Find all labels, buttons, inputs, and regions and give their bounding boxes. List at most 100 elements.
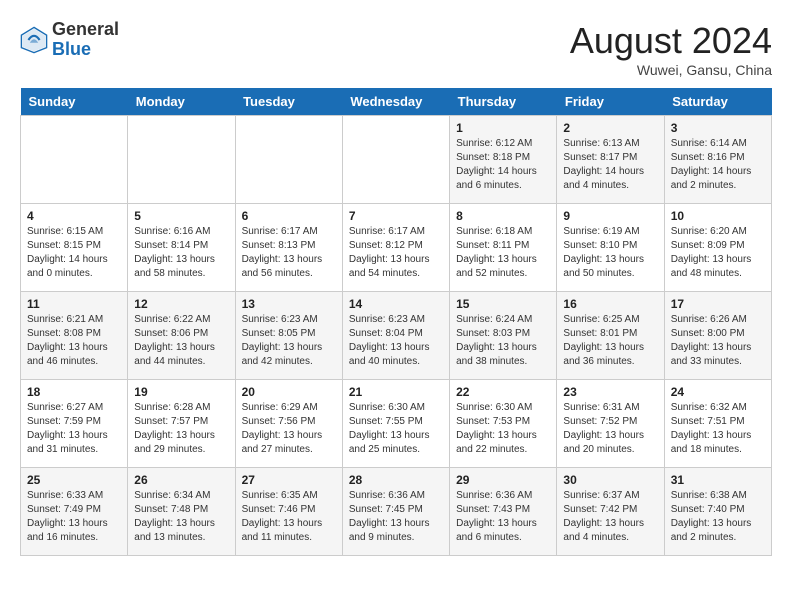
calendar-cell: 18 Sunrise: 6:27 AM Sunset: 7:59 PM Dayli… — [21, 380, 128, 468]
logo-blue-text: Blue — [52, 39, 91, 59]
calendar-cell: 19 Sunrise: 6:28 AM Sunset: 7:57 PM Dayli… — [128, 380, 235, 468]
day-number: 23 — [563, 385, 657, 399]
header-saturday: Saturday — [664, 88, 771, 116]
calendar-cell: 13Sunrise: 6:23 AM Sunset: 8:05 PM Dayli… — [235, 292, 342, 380]
day-info: Sunrise: 6:17 AM Sunset: 8:13 PM Dayligh… — [242, 225, 336, 281]
day-info: Sunrise: 6:31 AM Sunset: 7:52 PM Dayligh… — [563, 401, 657, 457]
location-subtitle: Wuwei, Gansu, China — [570, 62, 772, 78]
day-number: 28 — [349, 473, 443, 487]
day-info: Sunrise: 6:37 AM Sunset: 7:42 PM Dayligh… — [563, 489, 657, 545]
day-info: Sunrise: 6:22 AM Sunset: 8:06 PM Dayligh… — [134, 313, 228, 369]
calendar-cell: 31 Sunrise: 6:38 AM Sunset: 7:40 PM Dayli… — [664, 468, 771, 556]
calendar-week-3: 18 Sunrise: 6:27 AM Sunset: 7:59 PM Dayli… — [21, 380, 772, 468]
day-info: Sunrise: 6:36 AM Sunset: 7:43 PM Dayligh… — [456, 489, 550, 545]
day-info: Sunrise: 6:25 AM Sunset: 8:01 PM Dayligh… — [563, 313, 657, 369]
calendar-cell — [235, 116, 342, 204]
day-number: 14 — [349, 297, 443, 311]
day-info: Sunrise: 6:17 AM Sunset: 8:12 PM Dayligh… — [349, 225, 443, 281]
day-info: Sunrise: 6:30 AM Sunset: 7:53 PM Dayligh… — [456, 401, 550, 457]
calendar-cell: 30 Sunrise: 6:37 AM Sunset: 7:42 PM Dayli… — [557, 468, 664, 556]
day-info: Sunrise: 6:27 AM Sunset: 7:59 PM Dayligh… — [27, 401, 121, 457]
calendar-cell: 14 Sunrise: 6:23 AM Sunset: 8:04 PM Dayli… — [342, 292, 449, 380]
calendar-cell: 24 Sunrise: 6:32 AM Sunset: 7:51 PM Dayli… — [664, 380, 771, 468]
day-number: 29 — [456, 473, 550, 487]
day-info: Sunrise: 6:19 AM Sunset: 8:10 PM Dayligh… — [563, 225, 657, 281]
calendar-cell — [128, 116, 235, 204]
calendar-week-1: 4Sunrise: 6:15 AM Sunset: 8:15 PM Daylig… — [21, 204, 772, 292]
calendar-cell: 27Sunrise: 6:35 AM Sunset: 7:46 PM Dayli… — [235, 468, 342, 556]
day-number: 11 — [27, 297, 121, 311]
calendar-cell: 20 Sunrise: 6:29 AM Sunset: 7:56 PM Dayli… — [235, 380, 342, 468]
calendar-week-2: 11 Sunrise: 6:21 AM Sunset: 8:08 PM Dayli… — [21, 292, 772, 380]
calendar-cell: 4Sunrise: 6:15 AM Sunset: 8:15 PM Daylig… — [21, 204, 128, 292]
day-info: Sunrise: 6:24 AM Sunset: 8:03 PM Dayligh… — [456, 313, 550, 369]
day-number: 21 — [349, 385, 443, 399]
day-number: 20 — [242, 385, 336, 399]
month-title: August 2024 — [570, 20, 772, 62]
day-info: Sunrise: 6:20 AM Sunset: 8:09 PM Dayligh… — [671, 225, 765, 281]
calendar-cell: 2 Sunrise: 6:13 AM Sunset: 8:17 PM Daylig… — [557, 116, 664, 204]
day-info: Sunrise: 6:26 AM Sunset: 8:00 PM Dayligh… — [671, 313, 765, 369]
day-number: 31 — [671, 473, 765, 487]
calendar-cell: 28 Sunrise: 6:36 AM Sunset: 7:45 PM Dayli… — [342, 468, 449, 556]
calendar-cell: 9 Sunrise: 6:19 AM Sunset: 8:10 PM Daylig… — [557, 204, 664, 292]
day-number: 4 — [27, 209, 121, 223]
day-info: Sunrise: 6:13 AM Sunset: 8:17 PM Dayligh… — [563, 137, 657, 193]
calendar-cell: 29 Sunrise: 6:36 AM Sunset: 7:43 PM Dayli… — [450, 468, 557, 556]
day-number: 18 — [27, 385, 121, 399]
day-number: 22 — [456, 385, 550, 399]
calendar-week-4: 25Sunrise: 6:33 AM Sunset: 7:49 PM Dayli… — [21, 468, 772, 556]
calendar-cell — [342, 116, 449, 204]
day-info: Sunrise: 6:36 AM Sunset: 7:45 PM Dayligh… — [349, 489, 443, 545]
day-number: 12 — [134, 297, 228, 311]
day-number: 16 — [563, 297, 657, 311]
header-sunday: Sunday — [21, 88, 128, 116]
day-number: 24 — [671, 385, 765, 399]
calendar-cell: 22 Sunrise: 6:30 AM Sunset: 7:53 PM Dayli… — [450, 380, 557, 468]
day-number: 19 — [134, 385, 228, 399]
day-number: 9 — [563, 209, 657, 223]
calendar-header-row: SundayMondayTuesdayWednesdayThursdayFrid… — [21, 88, 772, 116]
day-number: 8 — [456, 209, 550, 223]
calendar-cell: 5Sunrise: 6:16 AM Sunset: 8:14 PM Daylig… — [128, 204, 235, 292]
calendar-cell: 17 Sunrise: 6:26 AM Sunset: 8:00 PM Dayli… — [664, 292, 771, 380]
calendar-table: SundayMondayTuesdayWednesdayThursdayFrid… — [20, 88, 772, 556]
day-number: 15 — [456, 297, 550, 311]
title-block: August 2024 Wuwei, Gansu, China — [570, 20, 772, 78]
day-info: Sunrise: 6:30 AM Sunset: 7:55 PM Dayligh… — [349, 401, 443, 457]
day-number: 17 — [671, 297, 765, 311]
day-info: Sunrise: 6:28 AM Sunset: 7:57 PM Dayligh… — [134, 401, 228, 457]
logo: General Blue — [20, 20, 119, 60]
day-number: 26 — [134, 473, 228, 487]
header-friday: Friday — [557, 88, 664, 116]
calendar-cell: 25Sunrise: 6:33 AM Sunset: 7:49 PM Dayli… — [21, 468, 128, 556]
calendar-cell: 12 Sunrise: 6:22 AM Sunset: 8:06 PM Dayli… — [128, 292, 235, 380]
day-number: 6 — [242, 209, 336, 223]
day-info: Sunrise: 6:21 AM Sunset: 8:08 PM Dayligh… — [27, 313, 121, 369]
calendar-cell — [21, 116, 128, 204]
day-info: Sunrise: 6:34 AM Sunset: 7:48 PM Dayligh… — [134, 489, 228, 545]
day-info: Sunrise: 6:23 AM Sunset: 8:04 PM Dayligh… — [349, 313, 443, 369]
day-info: Sunrise: 6:38 AM Sunset: 7:40 PM Dayligh… — [671, 489, 765, 545]
header-monday: Monday — [128, 88, 235, 116]
logo-general-text: General — [52, 19, 119, 39]
day-info: Sunrise: 6:16 AM Sunset: 8:14 PM Dayligh… — [134, 225, 228, 281]
header-wednesday: Wednesday — [342, 88, 449, 116]
day-number: 27 — [242, 473, 336, 487]
page-header: General Blue August 2024 Wuwei, Gansu, C… — [20, 20, 772, 78]
day-number: 10 — [671, 209, 765, 223]
day-info: Sunrise: 6:23 AM Sunset: 8:05 PM Dayligh… — [242, 313, 336, 369]
day-info: Sunrise: 6:18 AM Sunset: 8:11 PM Dayligh… — [456, 225, 550, 281]
day-number: 2 — [563, 121, 657, 135]
day-number: 3 — [671, 121, 765, 135]
calendar-cell: 8 Sunrise: 6:18 AM Sunset: 8:11 PM Daylig… — [450, 204, 557, 292]
calendar-week-0: 1Sunrise: 6:12 AM Sunset: 8:18 PM Daylig… — [21, 116, 772, 204]
day-info: Sunrise: 6:33 AM Sunset: 7:49 PM Dayligh… — [27, 489, 121, 545]
header-thursday: Thursday — [450, 88, 557, 116]
day-info: Sunrise: 6:32 AM Sunset: 7:51 PM Dayligh… — [671, 401, 765, 457]
calendar-cell: 26 Sunrise: 6:34 AM Sunset: 7:48 PM Dayli… — [128, 468, 235, 556]
calendar-cell: 16 Sunrise: 6:25 AM Sunset: 8:01 PM Dayli… — [557, 292, 664, 380]
logo-icon — [20, 26, 48, 54]
day-info: Sunrise: 6:29 AM Sunset: 7:56 PM Dayligh… — [242, 401, 336, 457]
day-number: 30 — [563, 473, 657, 487]
